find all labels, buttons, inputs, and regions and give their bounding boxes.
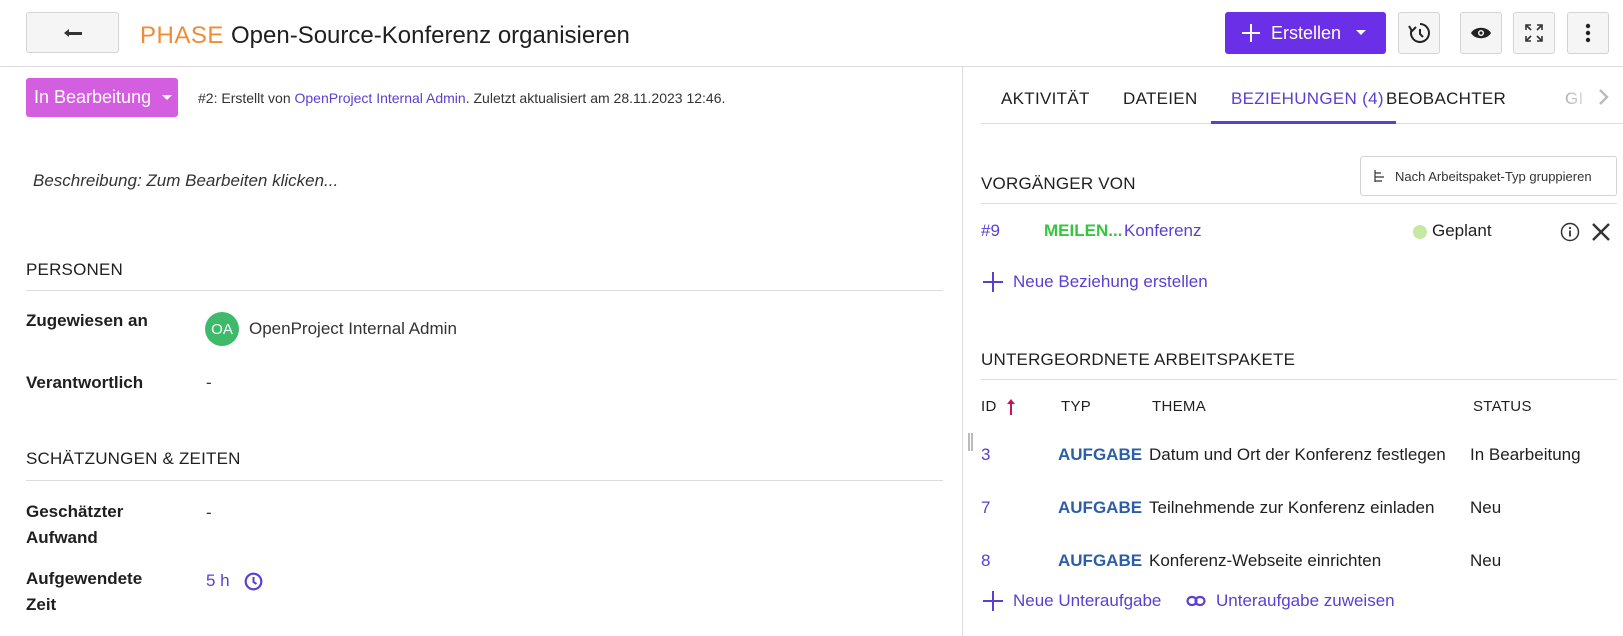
group-by-type-button[interactable]: Nach Arbeitspaket-Typ gruppieren [1360,156,1617,196]
child-status[interactable]: In Bearbeitung [1470,445,1581,465]
assignee-value[interactable]: OpenProject Internal Admin [249,319,457,339]
assign-child-button[interactable]: Unteraufgabe zuweisen [1186,591,1395,611]
chevron-down-icon [1355,29,1367,37]
meta-prefix: #2: Erstellt von [198,90,295,106]
expand-icon [1524,23,1544,43]
work-package-type: PHASE [140,22,224,49]
new-relation-button[interactable]: Neue Beziehung erstellen [983,272,1208,292]
back-arrow-icon [63,27,83,39]
section-title-predecessor: VORGÄNGER VON [981,174,1136,193]
relation-type: MEILEN... [1044,221,1123,240]
resize-handle[interactable] [968,433,973,451]
tab-files[interactable]: DATEIEN [1123,89,1198,109]
section-title-estimates: SCHÄTZUNGEN & ZEITEN [26,449,241,468]
clock-icon[interactable] [244,572,263,591]
toolbar: PHASE Open-Source-Konferenz organisieren… [0,0,1623,67]
assign-child-label: Unteraufgabe zuweisen [1216,591,1395,610]
plus-icon [1241,23,1261,43]
spent-time-label-line1: Aufgewendete [26,569,143,588]
child-type: AUFGABE [1058,551,1143,570]
status-label: In Bearbeitung [34,87,152,107]
column-header-subject[interactable]: THEMA [1152,398,1206,415]
child-status[interactable]: Neu [1470,498,1501,518]
child-type: AUFGABE [1058,445,1143,464]
divider [26,480,943,481]
section-title-personen: PERSONEN [26,260,124,279]
responsible-value[interactable]: - [206,373,212,393]
create-button[interactable]: Erstellen [1225,12,1386,54]
child-type: AUFGABE [1058,498,1143,517]
new-relation-label: Neue Beziehung erstellen [1013,272,1208,291]
child-subject[interactable]: Konferenz-Webseite einrichten [1149,551,1381,571]
child-subject[interactable]: Teilnehmende zur Konferenz einladen [1149,498,1434,518]
relation-status: Geplant [1432,221,1492,240]
child-id-link[interactable]: 8 [981,551,990,571]
link-icon [1186,595,1216,607]
divider [981,203,1617,204]
create-button-label: Erstellen [1271,22,1342,43]
eye-icon [1470,26,1492,40]
avatar: OA [205,312,239,346]
tab-overflow-fade [1564,67,1623,123]
new-child-label: Neue Unteraufgabe [1013,591,1162,610]
close-icon[interactable] [1591,222,1611,242]
estimated-effort-label-line1: Geschätzter [26,502,124,521]
work-package-subject[interactable]: Open-Source-Konferenz organisieren [231,22,630,50]
description-field[interactable]: Beschreibung: Zum Bearbeiten klicken... [33,171,338,191]
tab-watchers[interactable]: BEOBACHTER [1386,89,1506,109]
chevron-right-icon[interactable] [1598,88,1610,106]
relation-id-link[interactable]: #9 [981,221,1000,241]
estimated-effort-value[interactable]: - [206,503,212,523]
divider [981,379,1617,380]
spent-time-value[interactable]: 5 h [206,571,230,591]
spent-time-label: Aufgewendete Zeit [26,566,142,618]
activity-history-button[interactable] [1398,12,1440,54]
back-button[interactable] [26,12,119,53]
column-header-id[interactable]: ID [981,398,997,415]
more-menu-button[interactable] [1567,12,1609,54]
new-child-button[interactable]: Neue Unteraufgabe [983,591,1161,611]
work-package-meta: #2: Erstellt von OpenProject Internal Ad… [198,90,725,106]
responsible-label: Verantwortlich [26,373,144,392]
fullscreen-button[interactable] [1513,12,1555,54]
column-header-type[interactable]: TYP [1061,398,1091,415]
watch-button[interactable] [1460,12,1502,54]
child-subject[interactable]: Datum und Ort der Konferenz festlegen [1149,445,1446,465]
estimated-effort-label: Geschätzter Aufwand [26,499,123,551]
tab-activity[interactable]: AKTIVITÄT [1001,89,1090,109]
child-id-link[interactable]: 3 [981,445,990,465]
relation-subject-link[interactable]: Konferenz [1124,221,1202,241]
child-id-link[interactable]: 7 [981,498,990,518]
assignee-label: Zugewiesen an [26,311,148,330]
child-status[interactable]: Neu [1470,551,1501,571]
pane-divider [962,67,963,636]
sort-ascending-icon[interactable] [1006,398,1016,416]
estimated-effort-label-line2: Aufwand [26,528,98,547]
active-tab-indicator [1211,121,1396,124]
info-icon[interactable] [1560,222,1580,242]
history-icon [1407,21,1431,45]
more-vertical-icon [1585,23,1591,43]
divider [26,290,943,291]
chevron-down-icon [161,94,173,102]
plus-icon [983,591,1013,611]
column-header-status[interactable]: STATUS [1473,398,1532,415]
tab-relations[interactable]: BEZIEHUNGEN (4) [1231,89,1384,109]
author-link[interactable]: OpenProject Internal Admin [295,90,466,106]
group-icon [1373,169,1395,183]
group-by-type-label: Nach Arbeitspaket-Typ gruppieren [1395,168,1592,184]
section-title-children: UNTERGEORDNETE ARBEITSPAKETE [981,350,1296,369]
spent-time-label-line2: Zeit [26,595,57,614]
plus-icon [983,272,1013,292]
meta-suffix: . Zuletzt aktualisiert am 28.11.2023 12:… [465,90,726,106]
status-dropdown[interactable]: In Bearbeitung [26,78,178,117]
status-dot [1413,225,1427,239]
